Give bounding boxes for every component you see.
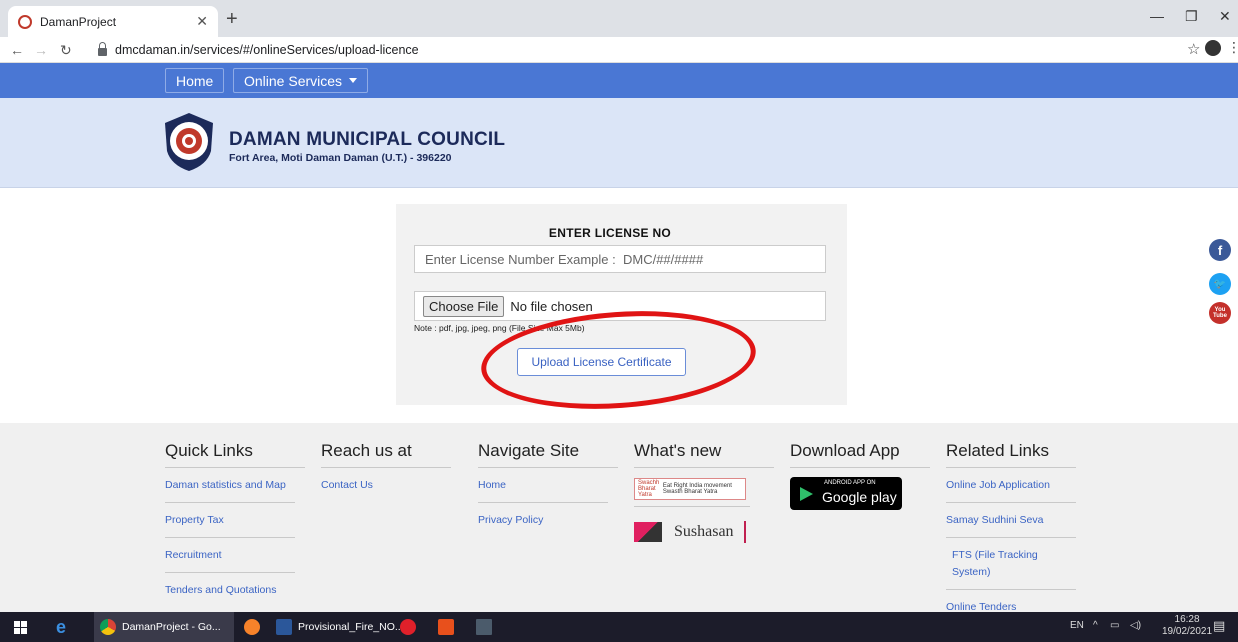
- whats-new-heading: What's new: [634, 441, 774, 468]
- divider: [743, 521, 746, 543]
- contact-us-link[interactable]: Contact Us: [321, 468, 451, 502]
- taskbar-word-label: Provisional_Fire_NO...: [298, 621, 404, 633]
- license-number-input[interactable]: [414, 245, 826, 273]
- clock-time: 16:28: [1174, 614, 1200, 625]
- quick-links-heading: Quick Links: [165, 441, 305, 468]
- site-nav: Home Online Services: [0, 63, 1238, 98]
- org-address: Fort Area, Moti Daman Daman (U.T.) - 396…: [229, 152, 452, 164]
- maximize-icon[interactable]: ❐: [1185, 8, 1198, 25]
- footer-download-app: Download App ANDROID APP ON Google play: [790, 441, 930, 510]
- clock-date: 19/02/2021: [1162, 626, 1213, 637]
- browser-tab[interactable]: DamanProject ✕: [8, 6, 218, 37]
- council-emblem-icon: [165, 113, 213, 171]
- taskbar-chrome-item[interactable]: DamanProject - Go...: [94, 612, 234, 642]
- opera-icon[interactable]: [400, 612, 422, 642]
- choose-file-button[interactable]: Choose File: [423, 295, 505, 317]
- nav-home[interactable]: Home: [165, 68, 225, 93]
- download-app-heading: Download App: [790, 441, 930, 468]
- card-title: ENTER LICENSE NO: [548, 226, 672, 240]
- network-icon[interactable]: ▭: [1110, 620, 1119, 631]
- reload-icon[interactable]: ↻: [60, 42, 72, 59]
- browser-tab-bar: DamanProject ✕ + — ❐ ✕: [0, 0, 1238, 37]
- footer-whats-new: What's new Swachh Bharat Yatra Eat Right…: [634, 441, 774, 543]
- related-links-heading: Related Links: [946, 441, 1076, 468]
- footer-quick-links: Quick Links Daman statistics and Map Pro…: [165, 441, 305, 607]
- back-icon[interactable]: ←: [10, 42, 24, 58]
- footer-reach-us: Reach us at Contact Us: [321, 441, 451, 502]
- new-tab-icon[interactable]: +: [226, 8, 238, 31]
- sushasan-logo-icon: [634, 522, 662, 542]
- quick-link[interactable]: Daman statistics and Map: [165, 468, 295, 503]
- minimize-icon[interactable]: —: [1150, 8, 1164, 24]
- url-text: dmcdaman.in/services/#/onlineServices/up…: [115, 43, 419, 57]
- sushasan-text: Sushasan: [674, 523, 734, 540]
- start-button[interactable]: [14, 612, 27, 642]
- twitter-icon[interactable]: 🐦: [1209, 273, 1231, 295]
- google-play-badge[interactable]: ANDROID APP ON Google play: [790, 477, 902, 510]
- navigate-heading: Navigate Site: [478, 441, 618, 468]
- tab-title: DamanProject: [40, 14, 117, 29]
- address-bar: ← → ↻ dmcdaman.in/services/#/onlineServi…: [0, 37, 1238, 63]
- url-field[interactable]: dmcdaman.in/services/#/onlineServices/up…: [98, 39, 1218, 61]
- chrome-icon: [100, 619, 116, 635]
- navigate-link[interactable]: Privacy Policy: [478, 503, 608, 537]
- caret-down-icon: [349, 78, 358, 83]
- nav-online-services-label: Online Services: [244, 72, 343, 89]
- swachh-right-text: Eat Right India movement Swasth Bharat Y…: [662, 483, 732, 495]
- nav-online-services[interactable]: Online Services: [233, 68, 369, 93]
- firefox-icon[interactable]: [244, 612, 266, 642]
- taskbar-chrome-label: DamanProject - Go...: [122, 621, 221, 633]
- word-icon: [276, 619, 292, 635]
- taskbar-word-item[interactable]: Provisional_Fire_NO...: [270, 612, 404, 642]
- swachh-bharat-banner[interactable]: Swachh Bharat Yatra Eat Right India move…: [634, 478, 746, 500]
- play-store-icon: [800, 487, 813, 501]
- facebook-icon[interactable]: f: [1209, 239, 1231, 261]
- site-favicon-icon: [18, 14, 32, 29]
- calculator-icon[interactable]: [476, 612, 498, 642]
- divider: [634, 506, 750, 507]
- office-icon[interactable]: [438, 612, 460, 642]
- site-header: DAMAN MUNICIPAL COUNCIL Fort Area, Moti …: [0, 98, 1238, 188]
- volume-icon[interactable]: ◁): [1130, 620, 1141, 631]
- related-link[interactable]: Online Job Application: [946, 468, 1076, 503]
- footer-navigate: Navigate Site Home Privacy Policy: [478, 441, 618, 537]
- org-name: DAMAN MUNICIPAL COUNCIL: [229, 129, 506, 150]
- lock-icon: [98, 42, 107, 56]
- clock[interactable]: 16:28 19/02/2021: [1162, 614, 1212, 638]
- notifications-icon[interactable]: ▤: [1213, 618, 1225, 634]
- menu-kebab-icon[interactable]: ⋮: [1227, 39, 1238, 56]
- quick-link[interactable]: Property Tax: [165, 503, 295, 538]
- edge-icon[interactable]: e: [56, 612, 66, 642]
- windows-logo-icon: [14, 620, 27, 634]
- quick-link[interactable]: Tenders and Quotations: [165, 573, 295, 607]
- bookmark-star-icon[interactable]: ☆: [1187, 40, 1200, 58]
- tray-chevron-icon[interactable]: ^: [1093, 620, 1098, 631]
- sushasan-banner[interactable]: Sushasan: [634, 521, 774, 543]
- account-icon[interactable]: [1205, 40, 1221, 56]
- tab-close-icon[interactable]: ✕: [196, 13, 208, 30]
- language-indicator[interactable]: EN: [1070, 620, 1084, 631]
- footer-related-links: Related Links Online Job Application Sam…: [946, 441, 1076, 624]
- file-status: No file chosen: [510, 298, 593, 314]
- window-close-icon[interactable]: ✕: [1219, 8, 1231, 25]
- related-link[interactable]: FTS (File Tracking System): [946, 538, 1076, 590]
- quick-link[interactable]: Recruitment: [165, 538, 295, 573]
- reach-us-heading: Reach us at: [321, 441, 451, 468]
- forward-icon[interactable]: →: [34, 42, 48, 58]
- swachh-left-text: Swachh Bharat Yatra: [638, 480, 660, 498]
- navigate-link[interactable]: Home: [478, 468, 608, 503]
- badge-small-text: ANDROID APP ON: [824, 480, 876, 486]
- site-footer: Quick Links Daman statistics and Map Pro…: [0, 423, 1238, 613]
- related-link[interactable]: Samay Sudhini Seva: [946, 503, 1076, 538]
- badge-big-text: Google play: [822, 489, 897, 505]
- youtube-icon[interactable]: You Tube: [1209, 302, 1231, 324]
- windows-taskbar: e DamanProject - Go... Provisional_Fire_…: [0, 612, 1238, 642]
